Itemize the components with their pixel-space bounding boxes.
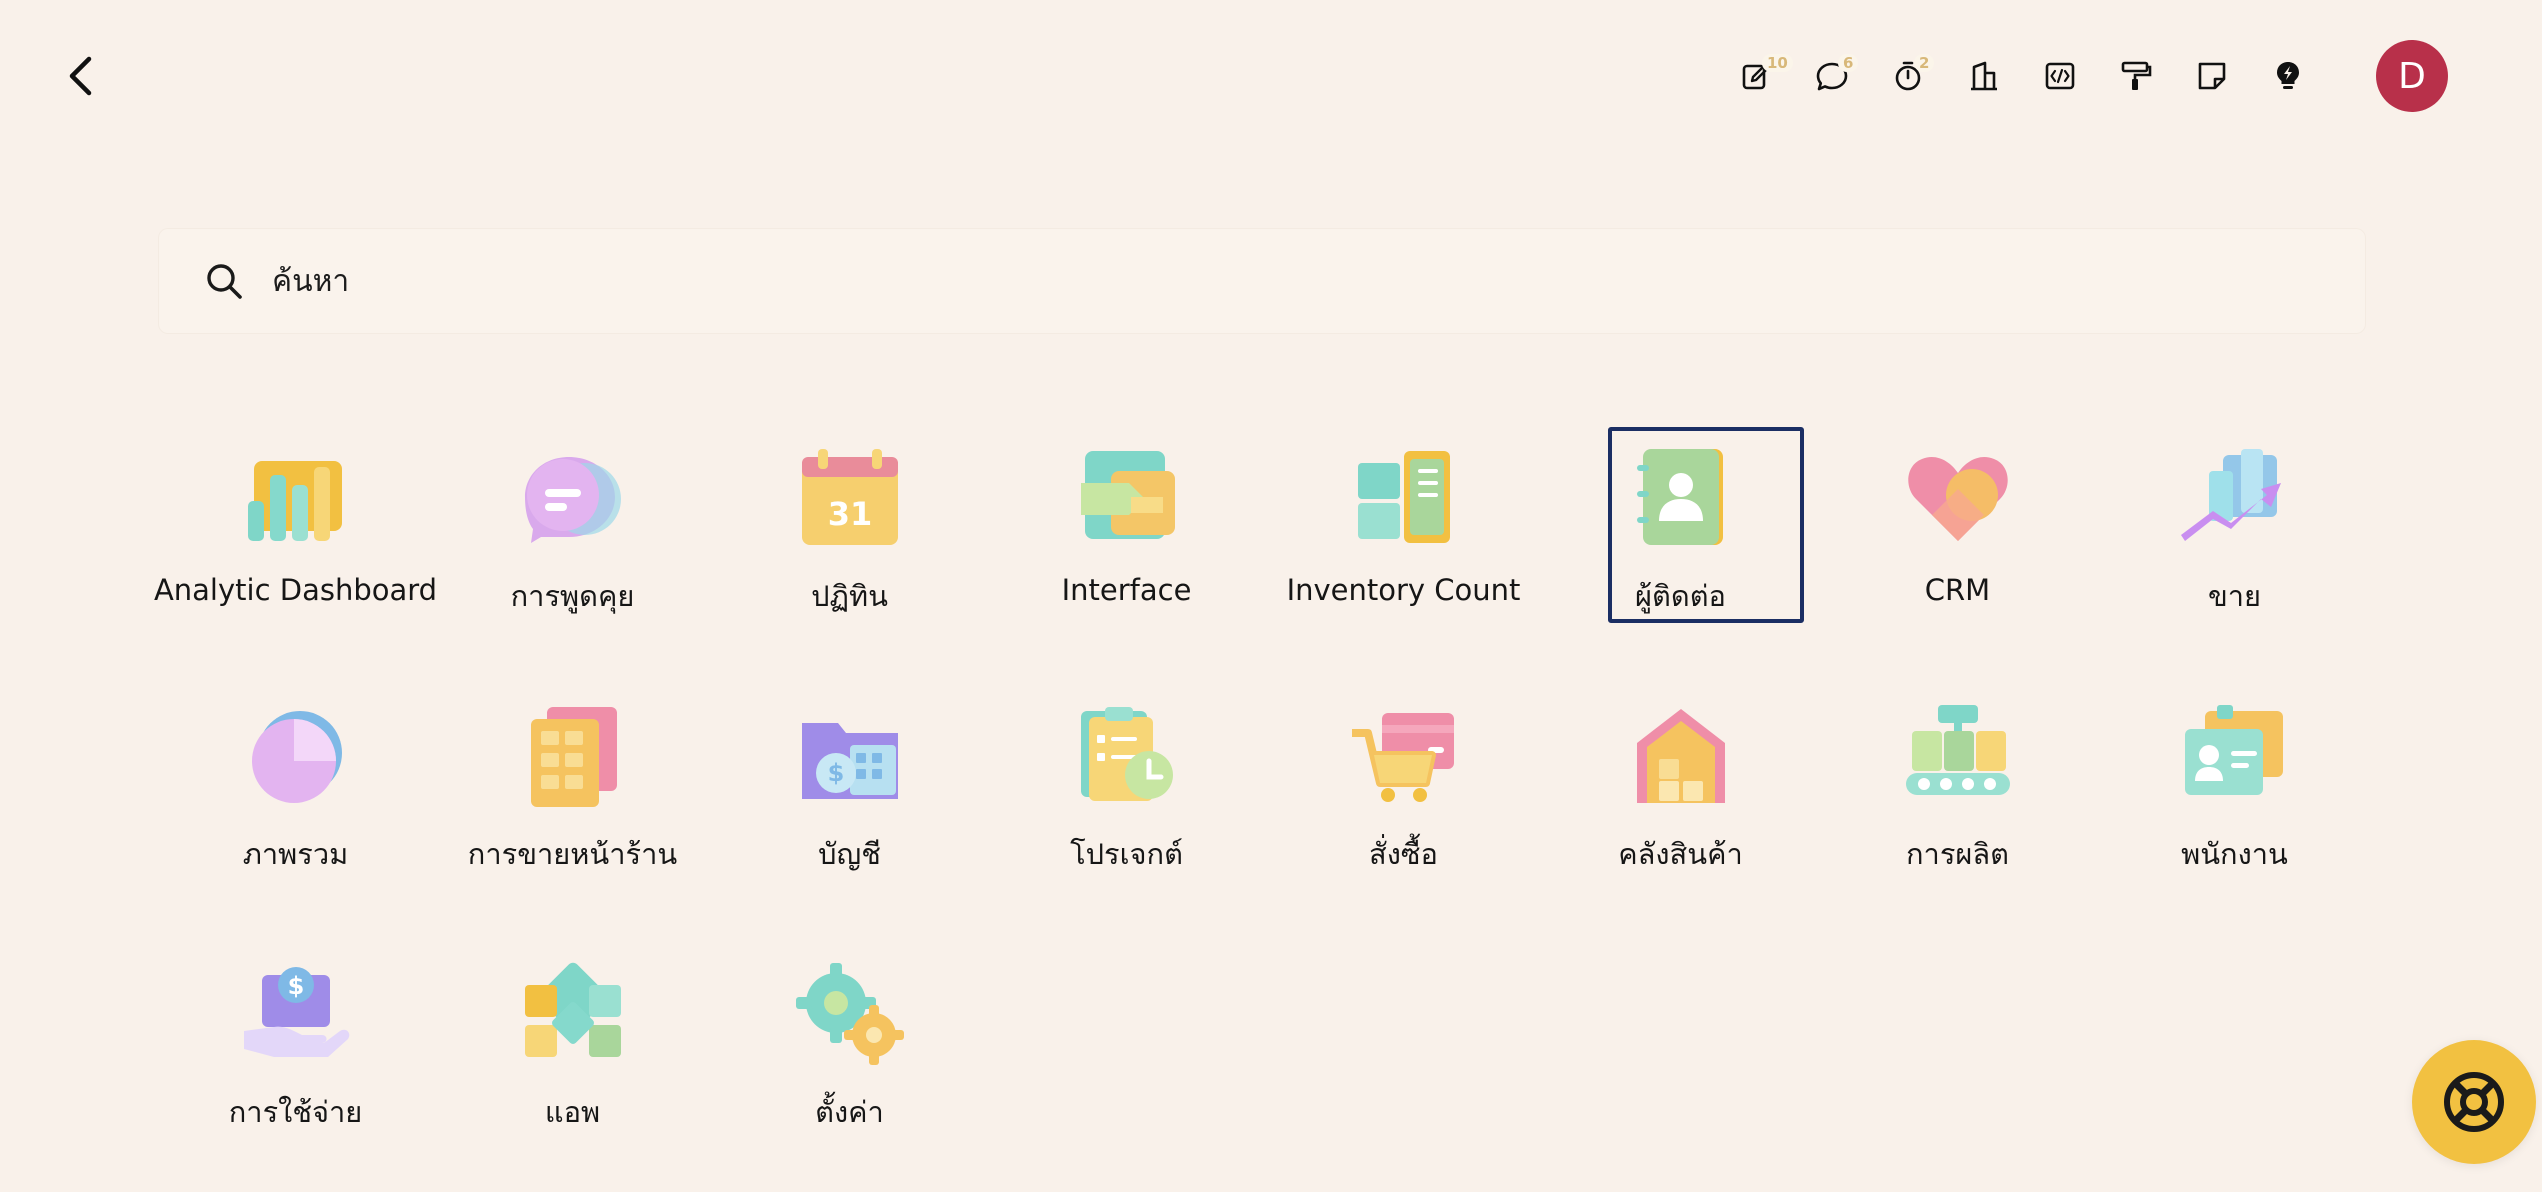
lightbulb-icon (2277, 62, 2299, 89)
app-tile-purchase[interactable]: สั่งซื้อ (1265, 675, 1542, 933)
app-label: Interface (1061, 573, 1192, 607)
inventory-count-icon (1348, 441, 1460, 553)
app-tile-overview[interactable]: ภาพรวม (157, 675, 434, 933)
app-label: CRM (1924, 573, 1991, 607)
app-label: คลังสินค้า (1618, 837, 1743, 871)
app-tile-inventory-count[interactable]: Inventory Count (1265, 417, 1542, 675)
systray-stopwatch-button[interactable]: 2 (1870, 36, 1946, 116)
app-tile-calendar[interactable]: 31 ปฏิทิน (711, 417, 988, 675)
app-label: ตั้งค่า (815, 1095, 884, 1129)
search-input[interactable] (270, 262, 2174, 300)
app-label: การผลิต (1905, 837, 2009, 871)
app-label: แอพ (544, 1095, 601, 1129)
overview-icon (240, 699, 352, 811)
svg-text:$: $ (827, 759, 844, 787)
app-label: ขาย (2207, 579, 2262, 613)
app-label: สั่งซื้อ (1369, 837, 1438, 871)
notification-badge: 6 (1838, 54, 1859, 72)
systray-code-button[interactable] (2022, 36, 2098, 116)
systray-sticky-note-button[interactable] (2174, 36, 2250, 116)
sales-icon (2179, 441, 2291, 553)
app-tile-discuss[interactable]: การพูดคุย (434, 417, 711, 675)
systray-edit-note-button[interactable]: 10 (1718, 36, 1794, 116)
apps-icon (517, 957, 629, 1069)
app-tile-apps[interactable]: แอพ (434, 933, 711, 1191)
svg-text:$: $ (287, 972, 304, 1000)
app-tile-settings[interactable]: ตั้งค่า (711, 933, 988, 1191)
search-icon (207, 264, 242, 299)
app-tile-interface[interactable]: Interface (988, 417, 1265, 675)
project-icon (1071, 699, 1183, 811)
app-label: การใช้จ่าย (228, 1095, 363, 1129)
app-label: ผู้ติดต่อ (1635, 579, 1726, 613)
building-icon (1971, 61, 1997, 91)
app-tile-project[interactable]: โปรเจกต์ (988, 675, 1265, 933)
app-tile-inventory[interactable]: คลังสินค้า (1542, 675, 1819, 933)
paint-roller-icon (2121, 61, 2152, 90)
search-bar[interactable] (158, 228, 2366, 334)
systray-chat-bubble-button[interactable]: 6 (1794, 36, 1870, 116)
app-label: การขายหน้าร้าน (467, 837, 678, 871)
app-tile-analytic-dashboard[interactable]: Analytic Dashboard (153, 417, 438, 675)
app-label: Inventory Count (1286, 573, 1521, 607)
calendar-icon: 31 (794, 441, 906, 553)
manufacturing-icon (1902, 699, 2014, 811)
systray-lightbulb-button[interactable] (2250, 36, 2326, 116)
app-tile-point-of-sale[interactable]: การขายหน้าร้าน (434, 675, 711, 933)
app-tile-sales[interactable]: ขาย (2096, 417, 2373, 675)
employees-icon (2179, 699, 2291, 811)
expenses-icon: $ (240, 957, 352, 1069)
systray-building-button[interactable] (1946, 36, 2022, 116)
app-tile-manufacturing[interactable]: การผลิต (1819, 675, 2096, 933)
app-tile-accounting[interactable]: $ บัญชี (711, 675, 988, 933)
discuss-icon (517, 441, 629, 553)
user-avatar[interactable]: D (2376, 40, 2448, 112)
crm-icon (1902, 441, 2014, 553)
chevron-left-icon (69, 56, 92, 96)
notification-badge: 2 (1914, 54, 1935, 72)
app-label: Analytic Dashboard (153, 573, 438, 607)
top-bar: 10 6 2 D (0, 0, 2542, 154)
interface-icon (1071, 441, 1183, 553)
point-of-sale-icon (517, 699, 629, 811)
inventory-icon (1625, 699, 1737, 811)
app-label: บัญชี (818, 837, 881, 871)
lifebuoy-icon (2444, 1072, 2504, 1132)
purchase-icon (1348, 699, 1460, 811)
app-label: การพูดคุย (510, 579, 635, 613)
contacts-icon (1625, 441, 1737, 553)
app-label: ปฏิทิน (811, 579, 888, 613)
app-tile-contacts[interactable]: ผู้ติดต่อ (1542, 417, 1819, 675)
settings-icon (794, 957, 906, 1069)
app-grid: Analytic Dashboard การพูดคุย 31 ปฏิทิน Inter… (153, 417, 2397, 1191)
back-button[interactable] (58, 54, 102, 98)
accounting-icon: $ (794, 699, 906, 811)
calendar-day-number: 31 (827, 495, 872, 533)
app-label: ภาพรวม (242, 837, 349, 871)
app-tile-crm[interactable]: CRM (1819, 417, 2096, 675)
systray-paint-roller-button[interactable] (2098, 36, 2174, 116)
notification-badge: 10 (1762, 54, 1793, 72)
help-button[interactable] (2412, 1040, 2536, 1164)
sticky-note-icon (2198, 62, 2226, 90)
app-label: โปรเจกต์ (1070, 837, 1183, 871)
app-tile-employees[interactable]: พนักงาน (2096, 675, 2373, 933)
systray: 10 6 2 D (1718, 36, 2448, 116)
app-label: พนักงาน (2181, 837, 2288, 871)
code-icon (2045, 62, 2075, 90)
analytic-dashboard-icon (240, 441, 352, 553)
app-tile-expenses[interactable]: $ การใช้จ่าย (157, 933, 434, 1191)
